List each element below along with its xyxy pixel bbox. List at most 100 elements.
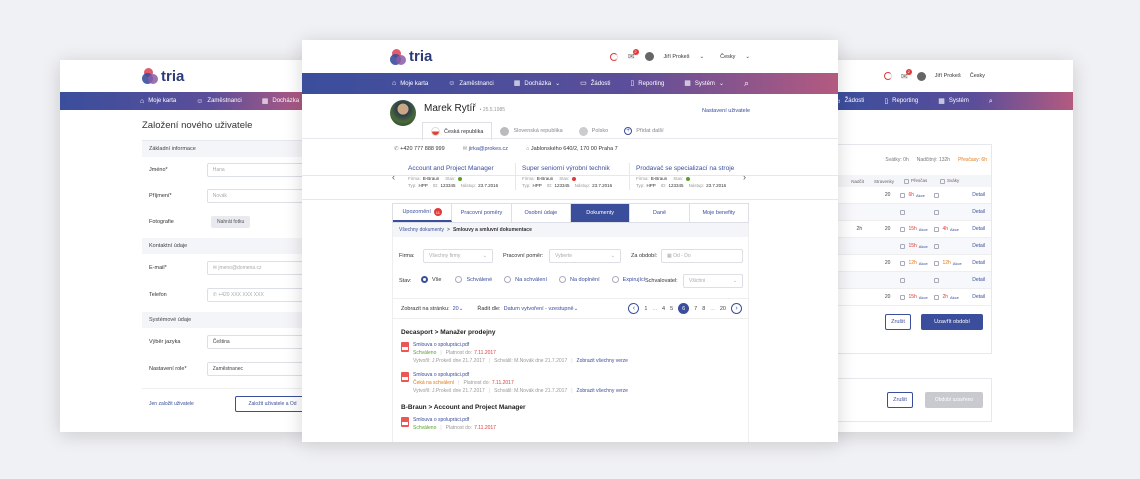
akce-link[interactable]: Akce [919, 261, 928, 266]
nav-reporting[interactable]: ▯ Reporting [620, 80, 674, 87]
checkbox[interactable] [934, 243, 940, 249]
page-number[interactable]: 1 [644, 306, 647, 312]
detail-link[interactable]: Detail [972, 260, 985, 266]
status-radio[interactable]: Na schválení [504, 276, 547, 283]
jazyk-select[interactable]: Čeština [206, 334, 310, 349]
tab-dokumenty[interactable]: Dokumenty [570, 204, 631, 222]
chevron-left-icon[interactable]: ‹ [628, 303, 640, 314]
akce-link[interactable]: Akce [916, 193, 925, 198]
detail-link[interactable]: Detail [972, 192, 985, 198]
page-number[interactable]: 7 [694, 306, 697, 312]
status-radio[interactable]: Vše [421, 276, 441, 283]
user-settings-link[interactable]: Nastavení uživatele [702, 108, 750, 114]
cancel-button[interactable]: Zrušit [885, 314, 911, 330]
akce-link[interactable]: Akce [950, 295, 959, 300]
chevron-down-icon[interactable]: ⌄ [700, 54, 705, 60]
chevron-right-icon[interactable]: › [731, 303, 742, 314]
tab-upozorneni[interactable]: Upozornění 11 [393, 204, 453, 222]
nav-system[interactable]: ▦ Systém ⌄ [674, 80, 734, 87]
checkbox[interactable] [900, 209, 906, 215]
page-number[interactable]: 5 [670, 306, 673, 312]
position-card[interactable]: Account and Project Manager Firma: B-Braun… [402, 163, 516, 190]
lang-select[interactable]: Česky [970, 73, 985, 79]
logo[interactable]: tria [390, 48, 432, 65]
akce-link[interactable]: Akce [919, 244, 928, 249]
nav-reporting[interactable]: ▯ Reporting [874, 98, 928, 105]
tab-dane[interactable]: Daně [630, 204, 690, 222]
user-avatar[interactable] [916, 71, 926, 81]
close-period-button[interactable]: Uzavřít období [921, 314, 983, 330]
spinner-icon[interactable] [884, 72, 893, 80]
detail-link[interactable]: Detail [972, 209, 985, 215]
checkbox[interactable] [934, 260, 940, 266]
chevron-left-icon[interactable]: ‹ [392, 172, 395, 182]
inbox-icon[interactable]: ✉ 2 [901, 68, 912, 81]
profile-email[interactable]: jirka@prokes.cz [469, 146, 508, 152]
user-avatar[interactable] [644, 52, 654, 61]
detail-link[interactable]: Detail [972, 226, 985, 232]
document-name[interactable]: Smlouva o spolupráci.pdf [413, 372, 628, 378]
checkbox[interactable] [900, 192, 906, 198]
detail-link[interactable]: Detail [972, 243, 985, 249]
checkbox[interactable] [900, 277, 906, 283]
nav-dochazka[interactable]: ▦ Docházka [252, 98, 309, 105]
status-radio[interactable]: Na doplnění [558, 276, 600, 283]
user-name[interactable]: Jiří Prokeš [935, 73, 961, 79]
logo[interactable]: tria [142, 68, 184, 85]
document-name[interactable]: Smlouva o spolupráci.pdf [413, 417, 496, 423]
akce-link[interactable]: Akce [919, 227, 928, 232]
nav-moje-karta[interactable]: ⌂ Moje karta [382, 80, 438, 87]
checkbox[interactable] [934, 192, 940, 198]
jmeno-input[interactable]: Hana [206, 163, 310, 177]
sort-select[interactable]: Datum vytvoření - vzestupně [504, 306, 574, 312]
create-user-button[interactable]: Založit uživatele a Od [235, 395, 310, 412]
tab-osobni-udaje[interactable]: Osobní údaje [512, 204, 571, 222]
add-country-button[interactable]: + Přidat další [616, 123, 672, 139]
spinner-icon[interactable] [609, 52, 618, 61]
checkbox[interactable] [900, 260, 906, 266]
nav-moje-karta[interactable]: ⌂ Moje karta [130, 98, 186, 105]
document-name[interactable]: Smlouva o spolupráci.pdf [413, 342, 628, 348]
status-radio[interactable]: Schválené [455, 276, 492, 283]
page-number[interactable]: 6 [678, 303, 690, 314]
avatar[interactable] [390, 100, 416, 126]
nav-zadosti[interactable]: ▭Žádosti [570, 80, 620, 87]
show-versions-link[interactable]: Zobrazit všechny verze [577, 388, 628, 394]
obdobi-input[interactable]: ▦ Od - Do [661, 249, 743, 263]
schvalovatel-select[interactable]: Všichni ⌄ [683, 274, 743, 288]
checkbox[interactable] [934, 294, 940, 300]
checkbox[interactable] [900, 226, 906, 232]
breadcrumb-root[interactable]: Všechny dokumenty [399, 227, 444, 233]
search-icon[interactable]: ⌕ [734, 79, 759, 88]
pomer-select[interactable]: Vyberte ⌄ [549, 249, 621, 263]
position-card[interactable]: Prodavač se specializací na stroje Firma:… [630, 163, 744, 190]
page-number[interactable]: 8 [702, 306, 705, 312]
akce-link[interactable]: Akce [953, 261, 962, 266]
show-versions-link[interactable]: Zobrazit všechny verze [577, 358, 628, 364]
status-radio[interactable]: Expirující [611, 276, 645, 283]
nav-system[interactable]: ▦ Systém [928, 98, 979, 105]
page-number[interactable]: 4 [662, 306, 665, 312]
inbox-icon[interactable]: ✉ 2 [628, 49, 639, 61]
create-only-link[interactable]: Jen založit uživatele [149, 401, 235, 407]
tab-moje-benefity[interactable]: Moje benefity [690, 204, 748, 222]
upload-photo-button[interactable]: Nahrát fotku [211, 216, 251, 228]
role-select[interactable]: Zaměstnanec [206, 361, 310, 376]
cancel-button-2[interactable]: Zrušit [887, 392, 913, 408]
checkbox[interactable] [934, 209, 940, 215]
akce-link[interactable]: Akce [919, 295, 928, 300]
nav-dochazka[interactable]: ▦ Docházka ⌄ [504, 80, 570, 87]
nav-zamestnanci[interactable]: ☺ Zaměstnanci [186, 98, 252, 105]
position-card[interactable]: Super seniorní výrobní technik Firma: B-Br… [516, 163, 630, 190]
tab-country-sk[interactable]: Slovenská republika [492, 123, 570, 140]
detail-link[interactable]: Detail [972, 294, 985, 300]
lang-select[interactable]: Česky [720, 54, 735, 60]
search-icon[interactable]: ⌕ [979, 98, 1003, 105]
detail-link[interactable]: Detail [972, 277, 985, 283]
firma-select[interactable]: Všechny firmy ⌄ [423, 249, 493, 263]
checkbox[interactable] [934, 277, 940, 283]
prijmeni-input[interactable]: Novák [206, 189, 310, 203]
tab-country-pl[interactable]: Polsko [571, 123, 617, 140]
checkbox[interactable] [934, 226, 940, 232]
email-field[interactable]: ✉ jmeno@domena.cz [206, 260, 310, 275]
